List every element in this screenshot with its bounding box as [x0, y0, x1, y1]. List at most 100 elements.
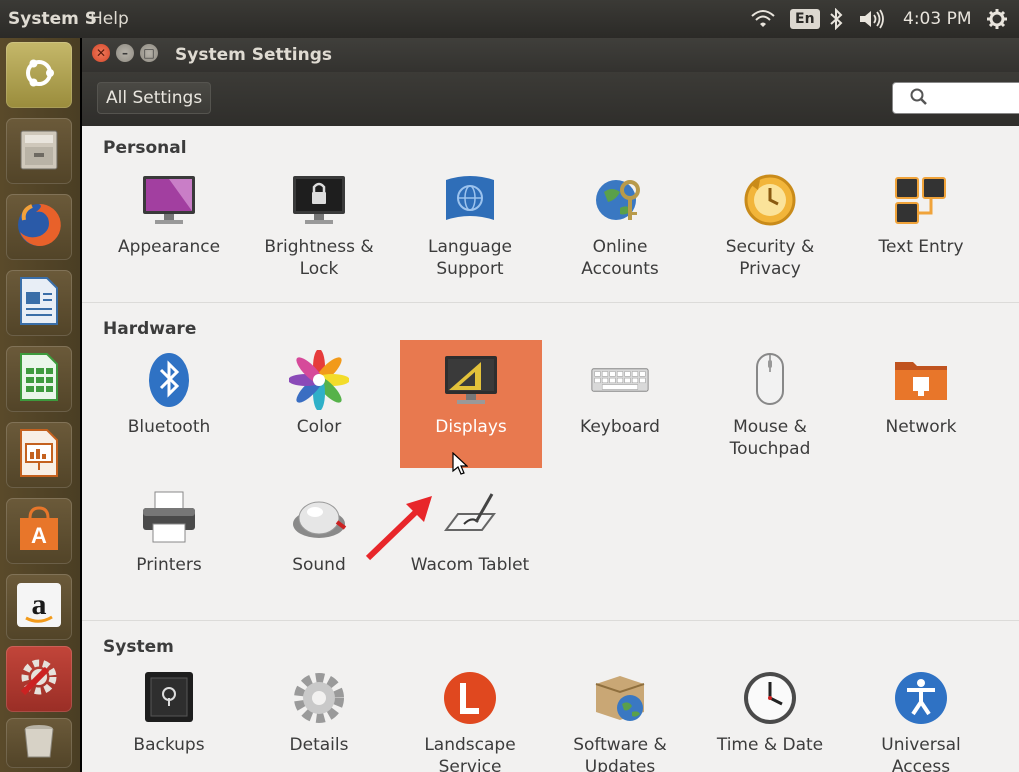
clock-icon: [740, 668, 800, 728]
security-clock-icon: [740, 170, 800, 230]
close-icon: ✕: [95, 46, 107, 60]
security-privacy-item[interactable]: Security & Privacy: [695, 170, 845, 300]
firefox-icon: [14, 200, 64, 254]
mouse-icon: [740, 350, 800, 410]
minimize-icon: –: [122, 46, 128, 60]
annotation-arrow-icon: [365, 496, 432, 561]
appearance-label: Appearance: [117, 237, 221, 257]
trash-launcher-button[interactable]: [6, 718, 72, 768]
software-updates-item[interactable]: Software & Updates: [545, 668, 695, 772]
wifi-icon[interactable]: [748, 6, 778, 32]
search-field[interactable]: [892, 82, 1019, 114]
maximize-icon: □: [143, 46, 155, 60]
sound-knob-icon: [289, 488, 349, 548]
software-center-launcher-button[interactable]: A: [6, 498, 72, 564]
search-input[interactable]: [933, 87, 1019, 106]
mouse-pointer-icon: [452, 452, 468, 475]
details-label: Details: [289, 735, 349, 755]
calc-launcher-button[interactable]: [6, 346, 72, 412]
backups-item[interactable]: Backups: [94, 668, 244, 772]
dash-home-button[interactable]: [6, 42, 72, 108]
color-item[interactable]: Color: [244, 350, 394, 480]
app-menu-title[interactable]: System S: [8, 9, 97, 29]
section-title-personal: Personal: [103, 138, 187, 158]
bluetooth-icon[interactable]: [826, 6, 846, 32]
displays-item[interactable]: Displays: [400, 340, 542, 468]
printers-item[interactable]: Printers: [94, 488, 244, 618]
software-center-icon: A: [14, 504, 64, 558]
displays-label: Displays: [435, 417, 507, 437]
calc-icon: [17, 352, 61, 406]
volume-icon[interactable]: [857, 6, 887, 32]
section-title-system: System: [103, 637, 174, 657]
text-entry-label: Text Entry: [878, 237, 964, 257]
session-gear-icon[interactable]: [985, 6, 1009, 32]
accessibility-icon: [891, 668, 951, 728]
section-title-hardware: Hardware: [103, 319, 197, 339]
appearance-item[interactable]: Appearance: [94, 170, 244, 300]
online-accounts-label: Online Accounts: [581, 237, 659, 279]
toolbar: All Settings: [82, 72, 1019, 126]
security-privacy-label: Security & Privacy: [725, 237, 815, 279]
appearance-icon: [139, 170, 199, 230]
brightness-lock-item[interactable]: Brightness & Lock: [244, 170, 394, 300]
text-entry-keys-icon: [891, 170, 951, 230]
files-launcher-button[interactable]: [6, 118, 72, 184]
impress-launcher-button[interactable]: [6, 422, 72, 488]
color-wheel-icon: [289, 350, 349, 410]
details-gear-icon: [289, 668, 349, 728]
printer-icon: [139, 488, 199, 548]
language-support-item[interactable]: Language Support: [395, 170, 545, 300]
search-icon: [909, 87, 929, 111]
online-accounts-item[interactable]: Online Accounts: [545, 170, 695, 300]
system-settings-launcher-button[interactable]: [6, 646, 72, 712]
firefox-launcher-button[interactable]: [6, 194, 72, 260]
details-item[interactable]: Details: [244, 668, 394, 772]
trash-icon: [19, 721, 59, 765]
amazon-launcher-button[interactable]: a: [6, 574, 72, 640]
software-updates-box-icon: [590, 668, 650, 728]
brightness-lock-label: Brightness & Lock: [264, 237, 374, 279]
close-window-button[interactable]: ✕: [92, 44, 110, 62]
all-settings-button[interactable]: All Settings: [97, 82, 212, 114]
keyboard-layout-indicator[interactable]: En: [790, 9, 820, 29]
launcher: A a: [0, 38, 80, 772]
online-accounts-icon: [590, 170, 650, 230]
landscape-logo-icon: [440, 668, 500, 728]
system-settings-icon: [13, 651, 65, 707]
writer-icon: [17, 276, 61, 330]
window-title: System Settings: [175, 45, 332, 65]
writer-launcher-button[interactable]: [6, 270, 72, 336]
brightness-lock-icon: [289, 170, 349, 230]
landscape-service-label: Landscape Service: [424, 735, 516, 772]
minimize-window-button[interactable]: –: [116, 44, 134, 62]
universal-access-item[interactable]: Universal Access: [846, 668, 996, 772]
keyboard-item[interactable]: Keyboard: [545, 350, 695, 480]
top-panel: System S Help En 4:03 PM: [0, 0, 1019, 38]
time-date-item[interactable]: Time & Date: [695, 668, 845, 772]
network-item[interactable]: Network: [846, 350, 996, 480]
backups-label: Backups: [133, 735, 205, 755]
keyboard-label: Keyboard: [580, 417, 660, 437]
settings-content: Personal Appearance Brightness & Lock La…: [82, 126, 1019, 772]
bluetooth-settings-icon: [139, 350, 199, 410]
svg-text:a: a: [32, 588, 47, 621]
file-cabinet-icon: [15, 125, 63, 177]
maximize-window-button[interactable]: □: [140, 44, 158, 62]
bluetooth-item[interactable]: Bluetooth: [94, 350, 244, 480]
software-updates-label: Software & Updates: [573, 735, 667, 772]
landscape-service-item[interactable]: Landscape Service: [395, 668, 545, 772]
bluetooth-label: Bluetooth: [127, 417, 211, 437]
help-menu[interactable]: Help: [90, 9, 129, 29]
svg-text:A: A: [31, 523, 47, 548]
backups-safe-icon: [139, 668, 199, 728]
ubuntu-logo-icon: [19, 53, 59, 97]
network-folder-icon: [891, 350, 951, 410]
text-entry-item[interactable]: Text Entry: [846, 170, 996, 300]
keyboard-icon: [590, 350, 650, 410]
window-titlebar[interactable]: ✕ – □ System Settings: [82, 38, 1019, 72]
mouse-touchpad-label: Mouse & Touchpad: [729, 417, 811, 459]
mouse-touchpad-item[interactable]: Mouse & Touchpad: [695, 350, 845, 480]
time-date-label: Time & Date: [716, 735, 824, 755]
clock[interactable]: 4:03 PM: [903, 9, 972, 29]
